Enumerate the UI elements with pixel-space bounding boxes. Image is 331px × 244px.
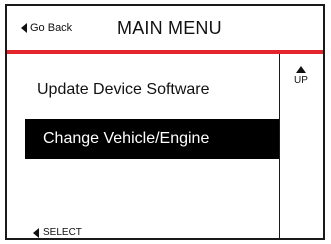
select-arrow-icon	[33, 228, 39, 238]
device-screen: Go Back MAIN MENU Update Device Software…	[5, 4, 325, 240]
select-button[interactable]: SELECT	[33, 227, 82, 239]
up-arrow-icon	[296, 66, 306, 73]
back-arrow-icon	[21, 23, 27, 33]
header-accent-bar	[7, 50, 323, 54]
menu-item-change-vehicle-engine[interactable]: Change Vehicle/Engine	[25, 119, 279, 159]
menu-item-label: Update Device Software	[37, 81, 210, 98]
scroll-divider	[279, 54, 280, 238]
up-button[interactable]: UP	[288, 66, 314, 87]
menu-item-label: Change Vehicle/Engine	[43, 130, 210, 147]
page-title: MAIN MENU	[117, 18, 222, 38]
up-label: UP	[294, 75, 308, 86]
go-back-label: Go Back	[30, 22, 73, 34]
select-label: SELECT	[43, 227, 82, 238]
header: Go Back MAIN MENU	[7, 6, 323, 52]
menu-item-update-device-software[interactable]: Update Device Software	[37, 80, 210, 100]
go-back-button[interactable]: Go Back	[21, 22, 72, 34]
